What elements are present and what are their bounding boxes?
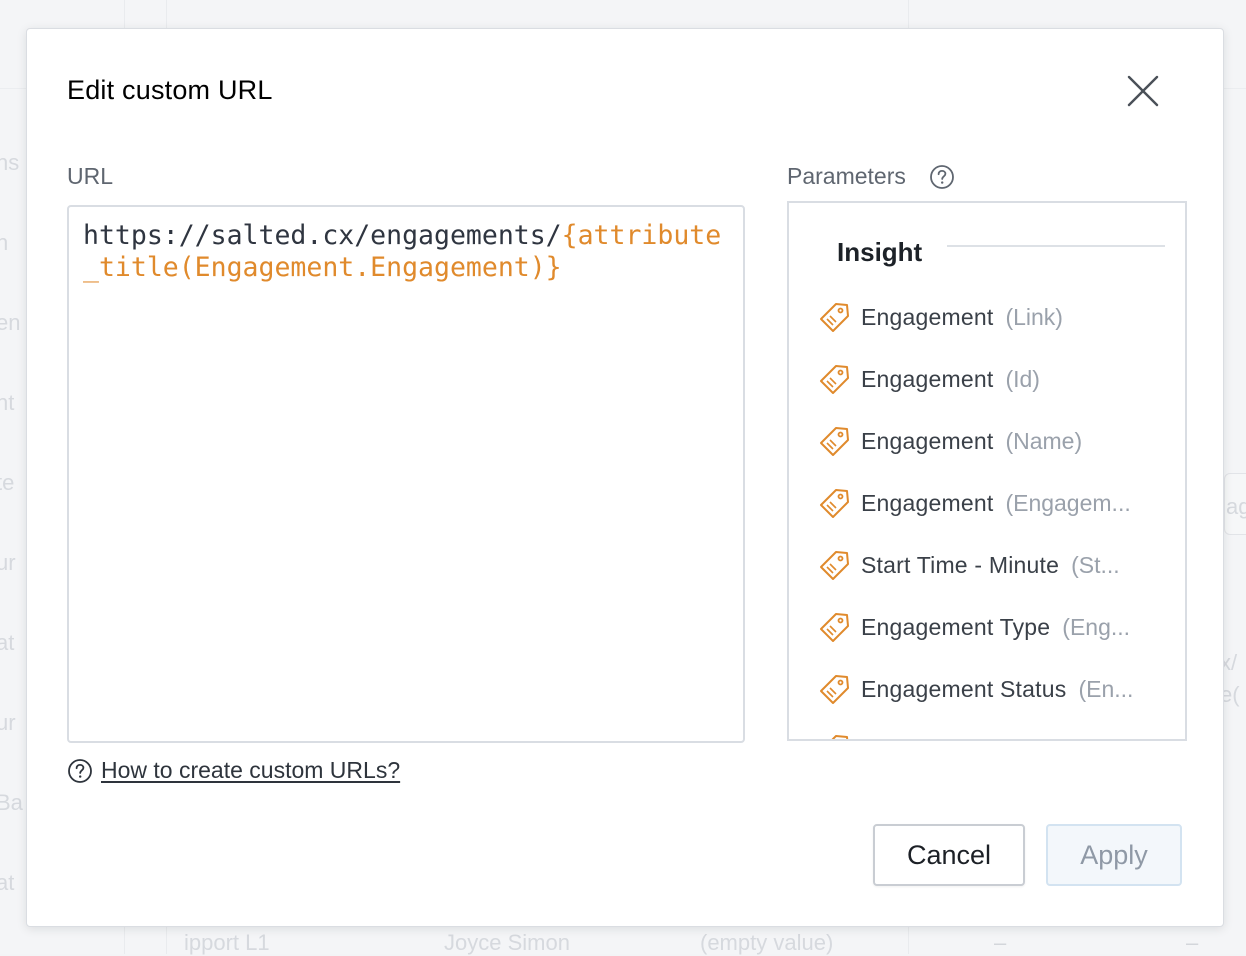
tag-icon	[820, 675, 849, 704]
tag-icon	[820, 551, 849, 580]
parameter-name: Engagement	[861, 303, 994, 330]
url-label: URL	[67, 163, 114, 189]
tag-icon	[820, 613, 849, 642]
apply-button[interactable]: Apply	[1046, 824, 1182, 886]
parameter-item[interactable]: Engagement (Id)	[817, 359, 1167, 399]
background-text: h	[0, 230, 9, 255]
tag-icon	[820, 365, 849, 394]
cancel-button[interactable]: Cancel	[873, 824, 1025, 886]
close-button[interactable]	[1123, 71, 1163, 111]
parameter-sub: (Id)	[1005, 365, 1040, 392]
parameter-name: Engagement	[861, 427, 994, 454]
parameter-name: Engagement Status	[861, 675, 1067, 702]
parameter-item[interactable]: Engagement (Name)	[817, 421, 1167, 461]
parameters-group-title: Insight	[837, 237, 923, 267]
parameter-name: Engagement Type	[861, 613, 1051, 640]
tag-icon	[831, 735, 849, 739]
question-circle-icon	[68, 758, 92, 783]
parameter-sub: (Eng...	[1062, 613, 1131, 640]
background-text: at	[0, 630, 15, 655]
parameter-name: Engagement	[861, 489, 994, 516]
close-icon	[1127, 75, 1159, 107]
url-text: https://salted.cx/engagements/	[83, 220, 562, 251]
parameters-panel[interactable]: Insight Engagement (Link) Engagement (Id…	[787, 201, 1187, 741]
how-to-create-custom-urls-link[interactable]: How to create custom URLs?	[101, 757, 400, 784]
parameter-item[interactable]: Engagement (Engagem...	[817, 483, 1167, 523]
background-text: (empty value)	[700, 930, 834, 955]
parameter-sub: (St...	[1071, 551, 1120, 578]
tag-icon	[820, 489, 849, 518]
background-text: at	[0, 870, 15, 895]
parameter-item[interactable]: Engagement (Link)	[817, 297, 1167, 337]
background-text: –	[994, 930, 1007, 955]
parameter-name: Engagement	[861, 365, 994, 392]
parameter-item[interactable]: Start Time - Minute (St...	[817, 545, 1167, 585]
background-text: Ba	[0, 790, 23, 815]
url-editor[interactable]: https://salted.cx/engagements/{attribute…	[67, 205, 745, 743]
edit-custom-url-dialog: Edit custom URL URL https://salted.cx/en…	[26, 28, 1224, 927]
help-link-row: How to create custom URLs?	[67, 757, 400, 784]
parameter-sub: (Engagem...	[1005, 489, 1131, 516]
background-text: –	[1186, 930, 1199, 955]
background-text: te	[0, 470, 15, 495]
parameters-help-icon[interactable]	[929, 164, 955, 190]
background-text: ur	[0, 550, 16, 575]
background-text: ipport L1	[184, 930, 270, 955]
dialog-title: Edit custom URL	[67, 75, 273, 105]
group-divider	[947, 245, 1165, 247]
background-text: en	[0, 310, 21, 335]
parameter-sub: (Name)	[1005, 427, 1083, 454]
parameter-name: Start Time - Minute	[861, 551, 1060, 578]
parameter-item-partial[interactable]	[817, 729, 1167, 739]
parameters-label: Parameters	[787, 163, 906, 189]
parameter-item[interactable]: Engagement Status (En...	[817, 669, 1167, 709]
background-text: nt	[0, 390, 15, 415]
parameter-sub: (En...	[1078, 675, 1134, 702]
parameter-item[interactable]: Engagement Type (Eng...	[817, 607, 1167, 647]
tag-icon	[820, 427, 849, 456]
background-text: ag	[1226, 494, 1246, 519]
background-text: ur	[0, 710, 16, 735]
parameter-sub: (Link)	[1005, 303, 1063, 330]
background-text: Joyce Simon	[444, 930, 570, 955]
tag-icon	[820, 303, 849, 332]
background-text: ns	[0, 150, 20, 175]
